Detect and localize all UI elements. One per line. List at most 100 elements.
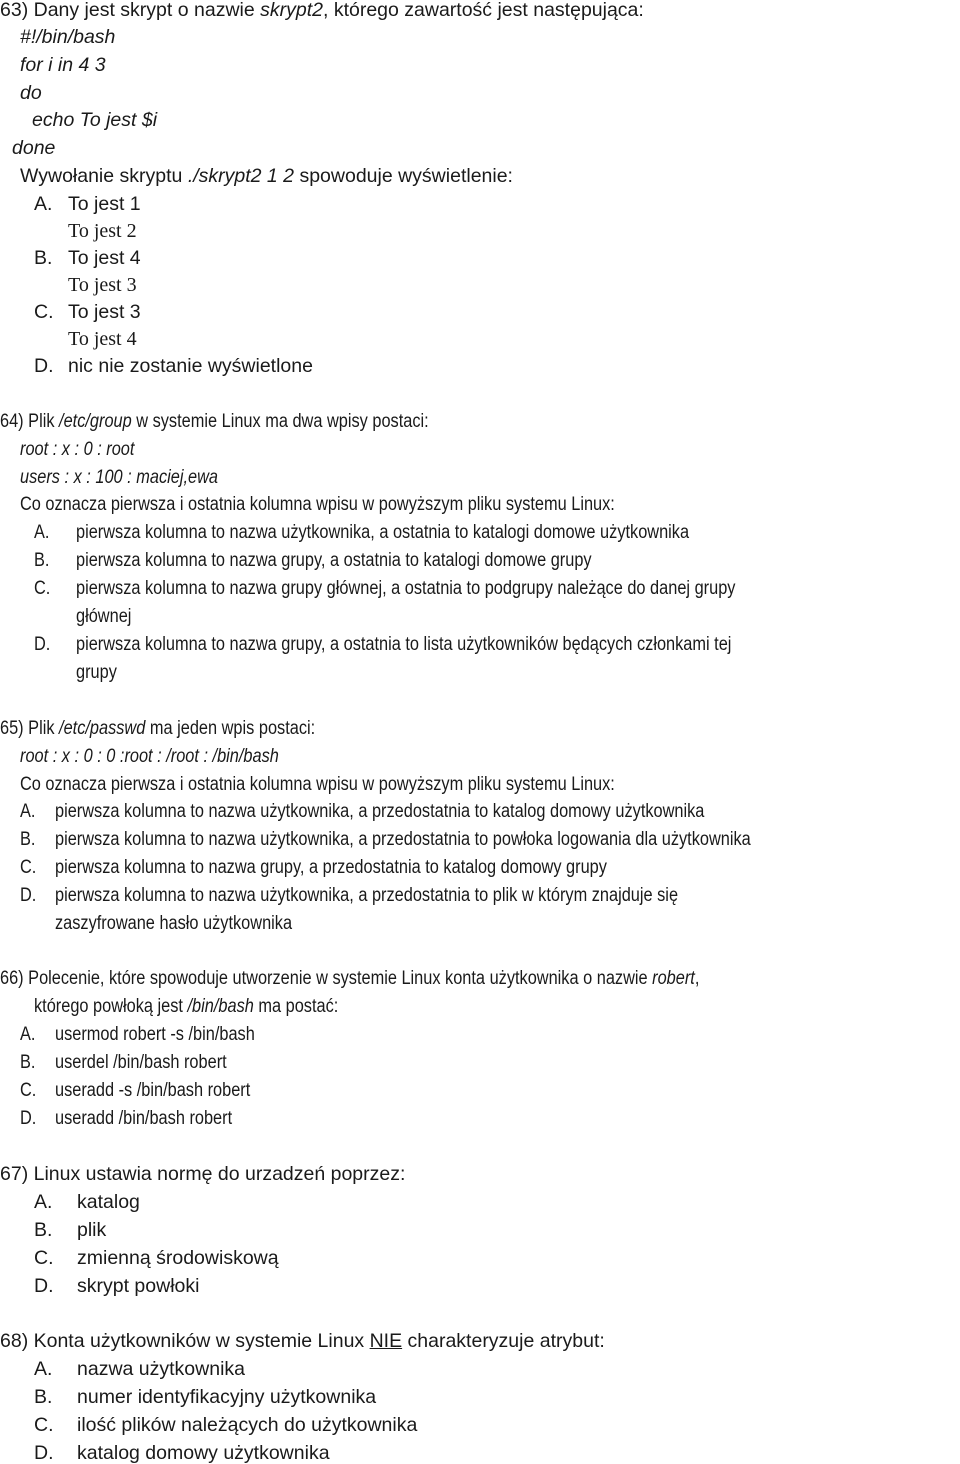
option-text: pierwsza kolumna to nazwa użytkownika, a… — [55, 885, 679, 906]
option-text: numer identyfikacyjny użytkownika — [77, 1386, 377, 1408]
call-text: spowoduje wyświetlenie: — [294, 165, 513, 187]
question-number: 65) — [0, 718, 24, 739]
call-text: Wywołanie skryptu — [20, 165, 188, 187]
question-text: Co oznacza pierwsza i ostatnia kolumna w… — [20, 494, 615, 515]
option-label: C. — [34, 301, 54, 323]
option-label: A. — [34, 522, 50, 543]
option-label: C. — [20, 1080, 37, 1101]
option-label: C. — [34, 578, 51, 599]
option-label: D. — [34, 1442, 54, 1464]
option-text: katalog domowy użytkownika — [77, 1442, 330, 1464]
option-text: pierwsza kolumna to nazwa użytkownika, a… — [55, 801, 705, 822]
question-text: Co oznacza pierwsza i ostatnia kolumna w… — [20, 774, 615, 795]
intro-text: Polecenie, które spowoduje utworzenie w … — [28, 968, 653, 989]
intro-text: Plik — [28, 411, 60, 432]
option-text-continued: głównej — [76, 606, 132, 627]
question-number: 67) — [0, 1163, 29, 1185]
call-command: ./skrypt2 1 2 — [187, 165, 295, 187]
option-text: usermod robert -s /bin/bash — [55, 1024, 255, 1045]
option-label: A. — [34, 1358, 53, 1380]
option-text: skrypt powłoki — [77, 1275, 200, 1297]
intro-text: Plik — [28, 718, 60, 739]
option-label: B. — [34, 1386, 53, 1408]
option-label: B. — [34, 550, 50, 571]
option-label: D. — [34, 1275, 54, 1297]
file-entry: root : x : 0 : root — [20, 439, 135, 460]
question-63-call: Wywołanie skryptu ./skrypt2 1 2 spowoduj… — [20, 165, 513, 187]
option-text: pierwsza kolumna to nazwa grupy, a ostat… — [76, 550, 592, 571]
user-name: robert — [652, 968, 695, 989]
option-label: D. — [20, 885, 37, 906]
option-text: To jest 4 — [68, 247, 141, 269]
option-text: To jest 2 — [68, 220, 137, 242]
question-number: 63) — [0, 0, 29, 21]
intro-text: , — [694, 968, 700, 989]
option-text: pierwsza kolumna to nazwa grupy, a ostat… — [76, 634, 732, 655]
question-64-intro: 64) Plik /etc/group w systemie Linux ma … — [0, 411, 429, 433]
option-text: userdel /bin/bash robert — [55, 1052, 227, 1073]
code-line: do — [20, 82, 42, 104]
option-text: useradd /bin/bash robert — [55, 1108, 233, 1129]
option-text: pierwsza kolumna to nazwa grupy głównej,… — [76, 578, 736, 599]
option-label: A. — [34, 193, 53, 215]
option-text: plik — [77, 1219, 107, 1241]
option-text-continued: grupy — [76, 662, 117, 683]
intro-text: ma postać: — [253, 996, 339, 1017]
question-number: 66) — [0, 968, 24, 989]
option-label: C. — [34, 1247, 54, 1269]
option-text: pierwsza kolumna to nazwa użytkownika, a… — [55, 829, 751, 850]
option-label: D. — [34, 634, 51, 655]
option-text: To jest 1 — [68, 193, 141, 215]
option-label: B. — [34, 1219, 53, 1241]
intro-text: w systemie Linux ma dwa wpisy postaci: — [131, 411, 429, 432]
option-label: D. — [34, 355, 54, 377]
option-label: C. — [34, 1414, 54, 1436]
file-entry: users : x : 100 : maciej,ewa — [20, 467, 218, 488]
option-label: B. — [20, 1052, 36, 1073]
code-line: for i in 4 3 — [20, 54, 106, 76]
file-entry: root : x : 0 : 0 :root : /root : /bin/ba… — [20, 746, 279, 767]
option-label: B. — [20, 829, 36, 850]
option-label: A. — [34, 1191, 53, 1213]
emphasis-not: NIE — [369, 1330, 403, 1352]
shell-path: /bin/bash — [187, 996, 254, 1017]
code-line: echo To jest $i — [32, 109, 158, 131]
option-text: To jest 4 — [68, 328, 137, 350]
option-text: zmienną środowiskową — [77, 1247, 279, 1269]
option-text: katalog — [77, 1191, 140, 1213]
option-text: ilość plików należących do użytkownika — [77, 1414, 418, 1436]
option-text: To jest 3 — [68, 301, 141, 323]
intro-text: ma jeden wpis postaci: — [145, 718, 316, 739]
file-path: /etc/passwd — [59, 718, 146, 739]
question-68-intro: 68) Konta użytkowników w systemie Linux … — [0, 1330, 605, 1352]
option-text: pierwsza kolumna to nazwa grupy, a przed… — [55, 857, 607, 878]
file-path: /etc/group — [59, 411, 132, 432]
option-text: pierwsza kolumna to nazwa użytkownika, a… — [76, 522, 690, 543]
question-66-intro-cont: którego powłoką jest /bin/bash ma postać… — [34, 996, 338, 1018]
intro-text: którego powłoką jest — [34, 996, 188, 1017]
option-text: nazwa użytkownika — [77, 1358, 245, 1380]
option-text-continued: zaszyfrowane hasło użytkownika — [55, 913, 293, 934]
question-number: 68) — [0, 1330, 29, 1352]
question-67-intro: 67) Linux ustawia normę do urzadzeń popr… — [0, 1163, 405, 1185]
intro-text: charakteryzuje atrybut: — [402, 1330, 605, 1352]
intro-text: , którego zawartość jest następująca: — [322, 0, 644, 21]
code-line: #!/bin/bash — [20, 26, 116, 48]
question-66-intro: 66) Polecenie, które spowoduje utworzeni… — [0, 968, 699, 990]
option-label: A. — [20, 801, 36, 822]
question-number: 64) — [0, 411, 24, 432]
option-text: useradd -s /bin/bash robert — [55, 1080, 251, 1101]
code-line: done — [12, 137, 56, 159]
intro-text: Konta użytkowników w systemie Linux — [33, 1330, 370, 1352]
question-65-intro: 65) Plik /etc/passwd ma jeden wpis posta… — [0, 718, 315, 740]
option-text: nic nie zostanie wyświetlone — [68, 355, 313, 377]
option-text: To jest 3 — [68, 274, 137, 296]
option-label: A. — [20, 1024, 36, 1045]
option-label: D. — [20, 1108, 37, 1129]
intro-text: Linux ustawia normę do urzadzeń poprzez: — [33, 1163, 406, 1185]
option-label: C. — [20, 857, 37, 878]
intro-text: Dany jest skrypt o nazwie — [33, 0, 261, 21]
option-label: B. — [34, 247, 53, 269]
script-name: skrypt2 — [260, 0, 323, 21]
question-63-intro: 63) Dany jest skrypt o nazwie skrypt2, k… — [0, 0, 644, 21]
